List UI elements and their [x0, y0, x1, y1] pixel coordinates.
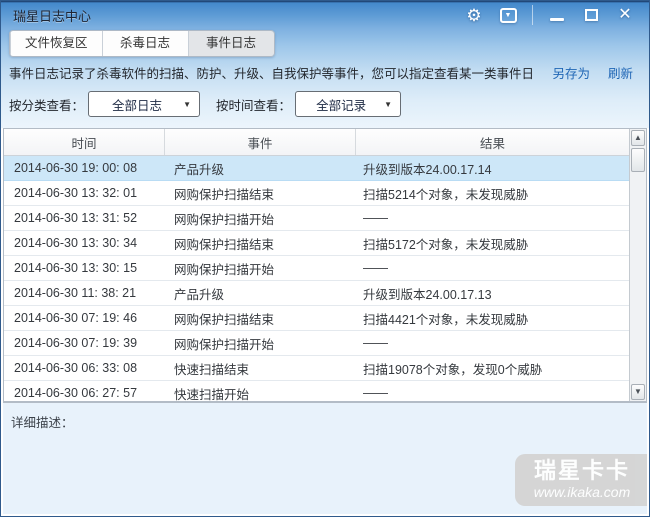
chevron-down-icon: ▼ [384, 99, 393, 109]
table-row[interactable]: 2014-06-30 06: 27: 57 快速扫描开始 —— [4, 381, 629, 401]
cell-event: 产品升级 [174, 287, 225, 302]
minimize-icon [550, 17, 564, 21]
scroll-thumb[interactable] [631, 148, 645, 172]
table-body: 2014-06-30 19: 00: 08 产品升级 升级到版本24.00.17… [4, 156, 629, 401]
table-row[interactable]: 2014-06-30 13: 30: 34 网购保护扫描结束 扫描5172个对象… [4, 231, 629, 256]
scroll-up-button[interactable]: ▲ [631, 130, 645, 146]
gear-icon: ⚙ [466, 5, 482, 25]
scroll-down-button[interactable]: ▼ [631, 384, 645, 400]
settings-button[interactable]: ⚙ [462, 4, 486, 26]
cell-time: 2014-06-30 07: 19: 39 [14, 336, 138, 350]
maximize-button[interactable] [579, 4, 603, 26]
tab-item[interactable]: 杀毒日志 [101, 31, 188, 56]
top-gradient-area: 瑞星日志中心 ⚙ ▼ ✕ 文件恢复区 杀毒日志 事件日志 事件日志记录了杀毒软件… [1, 1, 649, 128]
cell-time: 2014-06-30 06: 27: 57 [14, 386, 138, 400]
vertical-scrollbar: ▲ ▼ [629, 129, 646, 401]
table-row[interactable]: 2014-06-30 13: 31: 52 网购保护扫描开始 —— [4, 206, 629, 231]
cell-event: 产品升级 [174, 162, 225, 177]
cell-result: —— [363, 336, 388, 350]
cell-event: 网购保护扫描开始 [174, 212, 275, 227]
cell-time: 2014-06-30 07: 19: 46 [14, 311, 138, 325]
down-arrow-icon: ▼ [634, 387, 642, 396]
cell-result: 升级到版本24.00.17.14 [363, 162, 492, 177]
column-header-event: 事件 [164, 129, 355, 155]
table-row[interactable]: 2014-06-30 06: 33: 08 快速扫描结束 扫描19078个对象，… [4, 356, 629, 381]
minimize-button[interactable] [545, 4, 569, 26]
detail-description-label: 详细描述： [11, 416, 74, 430]
cell-result: 扫描4421个对象，未发现威胁 [363, 312, 529, 327]
up-arrow-icon: ▲ [634, 133, 642, 142]
table-header: 时间 事件 结果 [4, 129, 629, 156]
titlebar: 瑞星日志中心 ⚙ ▼ ✕ [1, 1, 649, 29]
cell-result: 扫描5214个对象，未发现威胁 [363, 187, 529, 202]
cell-time: 2014-06-30 13: 31: 52 [14, 211, 138, 225]
close-icon: ✕ [618, 6, 632, 23]
box-chevron-down-icon: ▼ [499, 7, 517, 23]
chevron-down-icon: ▼ [183, 99, 192, 109]
table-row[interactable]: 2014-06-30 07: 19: 46 网购保护扫描结束 扫描4421个对象… [4, 306, 629, 331]
cell-time: 2014-06-30 19: 00: 08 [14, 161, 138, 175]
cell-time: 2014-06-30 13: 32: 01 [14, 186, 138, 200]
filter-category-label: 按分类查看： [9, 98, 85, 113]
scroll-track[interactable] [630, 173, 646, 383]
window-title: 瑞星日志中心 [13, 8, 92, 24]
event-log-table-panel: 时间 事件 结果 2014-06-30 19: 00: 08 产品升级 升级到版… [3, 128, 647, 402]
tab-label: 杀毒日志 [120, 36, 171, 50]
watermark-brand: 瑞星卡卡 [533, 458, 630, 484]
maximize-icon [584, 9, 598, 21]
column-header-time: 时间 [71, 136, 97, 151]
log-center-window: 瑞星日志中心 ⚙ ▼ ✕ 文件恢复区 杀毒日志 事件日志 事件日志记录了杀毒软件… [0, 0, 650, 517]
titlebar-divider [532, 5, 533, 25]
cell-event: 网购保护扫描结束 [174, 312, 275, 327]
event-log-table: 时间 事件 结果 2014-06-30 19: 00: 08 产品升级 升级到版… [4, 129, 629, 401]
cell-event: 网购保护扫描结束 [174, 237, 275, 252]
description-row: 事件日志记录了杀毒软件的扫描、防护、升级、自我保护等事件，您可以指定查看某一类事… [9, 63, 641, 82]
save-as-link[interactable]: 另存为 [552, 63, 590, 82]
cell-result: —— [363, 261, 388, 275]
watermark: 瑞星卡卡 www.ikaka.com [515, 454, 647, 506]
table-row[interactable]: 2014-06-30 13: 32: 01 网购保护扫描结束 扫描5214个对象… [4, 181, 629, 206]
cell-result: 扫描5172个对象，未发现威胁 [363, 237, 529, 252]
category-filter-select[interactable]: 全部日志 ▼ [88, 91, 201, 117]
time-filter-value: 全部记录 [316, 98, 367, 113]
table-row[interactable]: 2014-06-30 11: 38: 21 产品升级 升级到版本24.00.17… [4, 281, 629, 306]
tab-item[interactable]: 文件恢复区 [10, 31, 102, 56]
close-button[interactable]: ✕ [613, 4, 637, 26]
cell-event: 网购保护扫描开始 [174, 262, 275, 277]
time-filter-select[interactable]: 全部记录 ▼ [295, 91, 402, 117]
tab-bar: 文件恢复区 杀毒日志 事件日志 [9, 30, 275, 57]
filter-row: 按分类查看： 全部日志 ▼ 按时间查看： 全部记录 ▼ [9, 91, 402, 117]
cell-time: 2014-06-30 13: 30: 15 [14, 261, 138, 275]
table-row[interactable]: 2014-06-30 19: 00: 08 产品升级 升级到版本24.00.17… [4, 156, 629, 181]
cell-event: 快速扫描开始 [174, 387, 250, 402]
refresh-link[interactable]: 刷新 [608, 63, 633, 82]
filter-time-label: 按时间查看： [216, 98, 292, 113]
tab-label: 文件恢复区 [25, 36, 88, 50]
cell-result: —— [363, 211, 388, 225]
tab-item[interactable]: 事件日志 [187, 31, 274, 56]
table-row[interactable]: 2014-06-30 13: 30: 15 网购保护扫描开始 —— [4, 256, 629, 281]
tab-label: 事件日志 [206, 36, 257, 50]
watermark-url: www.ikaka.com [533, 483, 631, 500]
table-row[interactable]: 2014-06-30 07: 19: 39 网购保护扫描开始 —— [4, 331, 629, 356]
category-filter-value: 全部日志 [112, 98, 163, 113]
titlebar-icons: ⚙ ▼ ✕ [462, 1, 649, 29]
cell-event: 网购保护扫描开始 [174, 337, 275, 352]
cell-result: —— [363, 386, 388, 400]
cell-time: 2014-06-30 11: 38: 21 [14, 286, 137, 300]
description-text: 事件日志记录了杀毒软件的扫描、防护、升级、自我保护等事件，您可以指定查看某一类事… [9, 67, 535, 81]
cell-result: 扫描19078个对象，发现0个威胁 [363, 362, 543, 377]
column-header-result: 结果 [355, 129, 629, 155]
cell-event: 网购保护扫描结束 [174, 187, 275, 202]
cell-result: 升级到版本24.00.17.13 [363, 287, 492, 302]
detail-panel: 详细描述： 瑞星卡卡 www.ikaka.com [3, 402, 647, 514]
cell-time: 2014-06-30 06: 33: 08 [14, 361, 138, 375]
view-menu-button[interactable]: ▼ [496, 4, 520, 26]
cell-event: 快速扫描结束 [174, 362, 250, 377]
cell-time: 2014-06-30 13: 30: 34 [14, 236, 138, 250]
